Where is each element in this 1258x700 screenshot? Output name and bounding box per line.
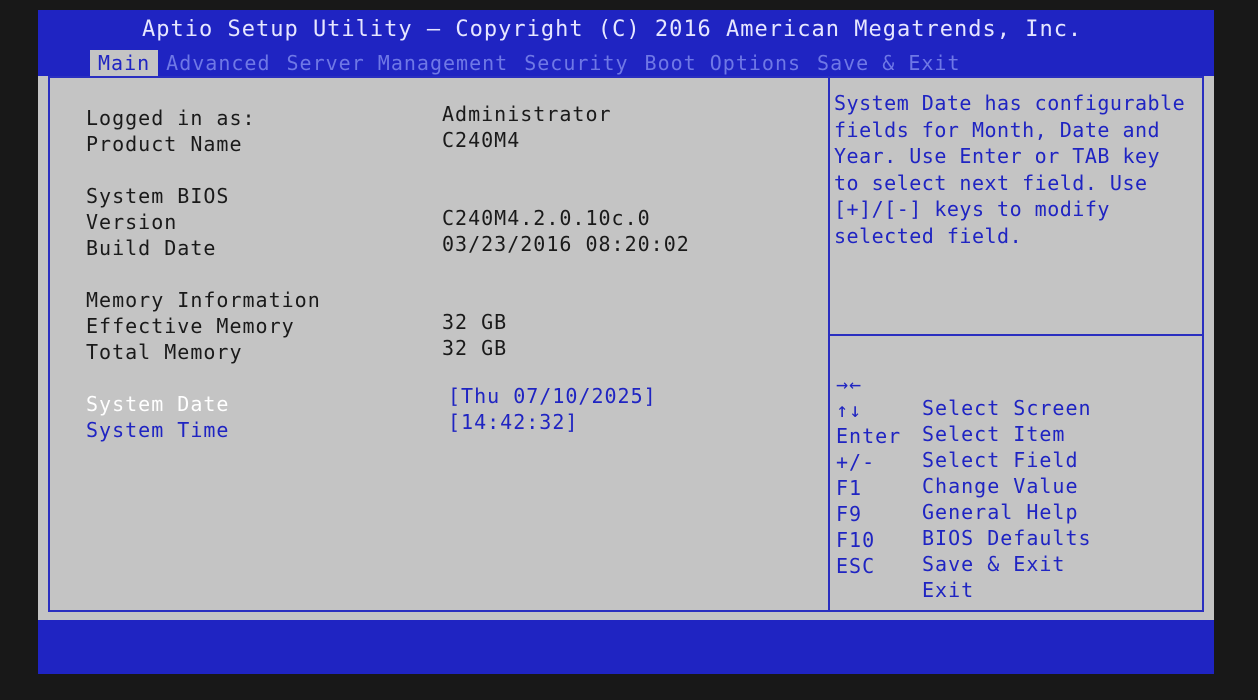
help-text: System Date has configurable fields for … xyxy=(834,91,1186,248)
logged-in-label: Logged in as: xyxy=(86,106,256,130)
tab-server-management[interactable]: Server Management xyxy=(279,50,517,76)
utility-title: Aptio Setup Utility – Copyright (C) 2016… xyxy=(142,17,1083,42)
build-date-value: 03/23/2016 08:20:02 xyxy=(442,232,690,256)
key-desc: Save & Exit xyxy=(922,552,1066,576)
tab-security[interactable]: Security xyxy=(516,50,636,76)
vertical-divider xyxy=(828,78,830,610)
system-bios-heading: System BIOS xyxy=(86,184,230,208)
version-label: Version xyxy=(86,210,178,234)
logged-in-value: Administrator xyxy=(442,102,612,126)
product-name-label: Product Name xyxy=(86,132,243,156)
help-divider xyxy=(830,334,1202,336)
key-desc: Change Value xyxy=(922,474,1079,498)
tab-save-exit[interactable]: Save & Exit xyxy=(809,50,968,76)
bios-screen: Aptio Setup Utility – Copyright (C) 2016… xyxy=(38,10,1214,674)
product-name-value: C240M4 xyxy=(442,128,521,152)
footer-bar xyxy=(38,620,1214,674)
key-desc: Select Field xyxy=(922,448,1079,472)
key-row: ESC Exit xyxy=(836,530,973,626)
tab-boot-options[interactable]: Boot Options xyxy=(637,50,810,76)
key-desc: General Help xyxy=(922,500,1079,524)
system-time-label[interactable]: System Time xyxy=(86,418,229,442)
header-bar: Aptio Setup Utility – Copyright (C) 2016… xyxy=(38,10,1214,76)
key-desc: Select Screen xyxy=(922,396,1092,420)
key-desc: BIOS Defaults xyxy=(922,526,1092,550)
system-date-field[interactable]: [Thu 07/10/2025] xyxy=(448,384,657,408)
total-memory-value: 32 GB xyxy=(442,336,508,360)
effective-memory-value: 32 GB xyxy=(442,310,508,334)
memory-heading: Memory Information xyxy=(86,288,321,312)
key-desc: Exit xyxy=(922,578,975,602)
system-time-field[interactable]: [14:42:32] xyxy=(448,410,578,434)
main-panel: Logged in as: Administrator Product Name… xyxy=(48,76,1204,612)
tab-advanced[interactable]: Advanced xyxy=(158,50,278,76)
effective-memory-label: Effective Memory xyxy=(86,314,295,338)
key-esc: ESC xyxy=(836,554,876,578)
tab-bar: Main Advanced Server Management Security… xyxy=(90,50,968,76)
build-date-label: Build Date xyxy=(86,236,217,260)
system-date-label[interactable]: System Date xyxy=(86,392,229,416)
total-memory-label: Total Memory xyxy=(86,340,243,364)
version-value: C240M4.2.0.10c.0 xyxy=(442,206,651,230)
key-desc: Select Item xyxy=(922,422,1066,446)
tab-main[interactable]: Main xyxy=(90,50,159,76)
